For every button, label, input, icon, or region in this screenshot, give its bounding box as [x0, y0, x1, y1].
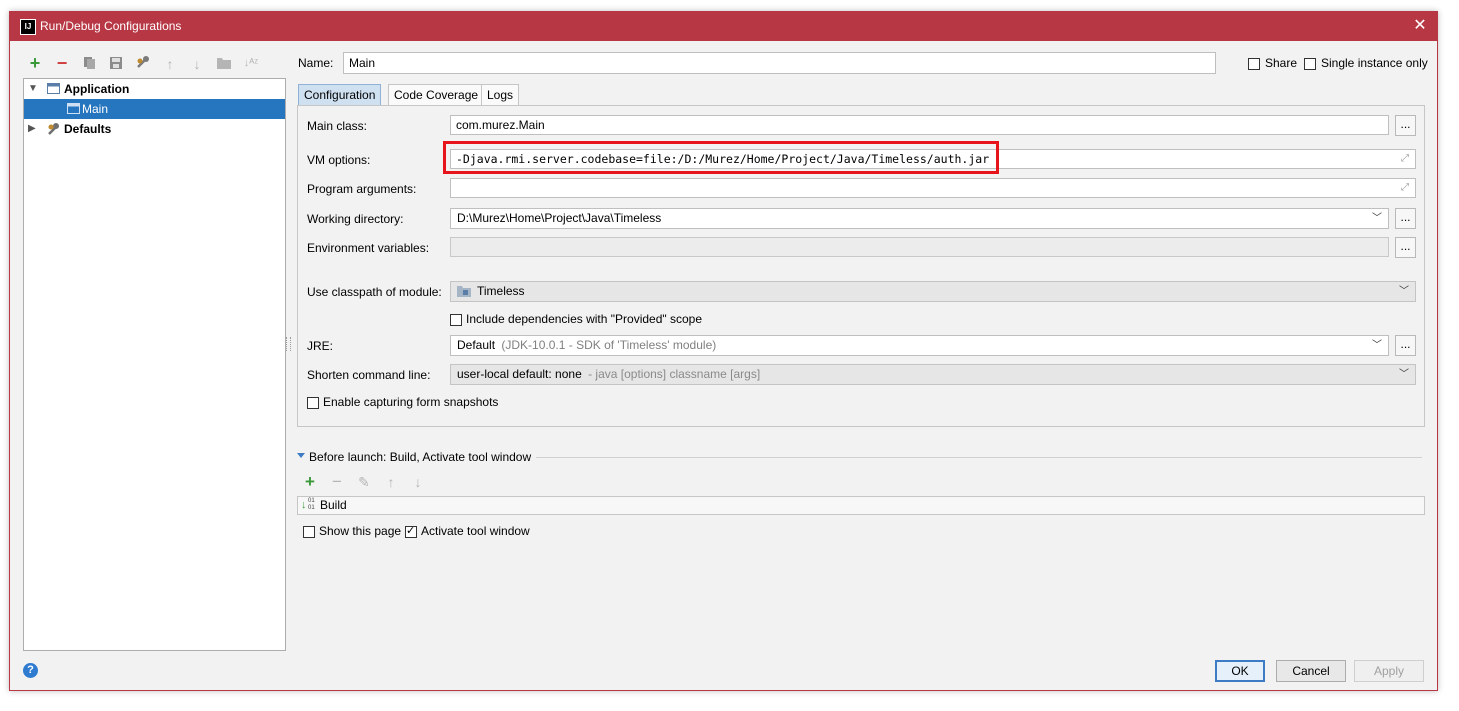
vm-options-highlight [443, 141, 999, 174]
window-title: Run/Debug Configurations [40, 19, 182, 33]
edit-task-icon[interactable]: ✎ [356, 474, 372, 490]
tree-item-label: Main [82, 102, 109, 116]
add-task-icon[interactable]: + [302, 473, 318, 490]
apply-button[interactable]: Apply [1354, 660, 1424, 682]
module-folder-icon [457, 286, 471, 297]
activate-tool-window-label: Activate tool window [421, 524, 530, 538]
edit-environment-variables-button[interactable]: ... [1395, 237, 1416, 258]
run-debug-dialog: IJ Run/Debug Configurations ✕ + − ↑ ↓ ↓ᴬ… [9, 11, 1438, 691]
tree-item-defaults[interactable]: ▶ Defaults [24, 119, 285, 139]
chevron-down-icon[interactable]: ﹀ [1372, 336, 1382, 355]
tab-logs[interactable]: Logs [481, 84, 520, 106]
jre-combo[interactable]: Default (JDK-10.0.1 - SDK of 'Timeless' … [450, 335, 1389, 356]
tree-item-label: Application [64, 82, 130, 96]
include-dependencies-label: Include dependencies with "Provided" sco… [466, 312, 703, 326]
close-icon[interactable]: ✕ [1409, 15, 1431, 37]
add-icon[interactable]: + [27, 54, 43, 72]
build-icon: ↓ [301, 499, 307, 511]
edit-defaults-icon[interactable] [135, 55, 151, 71]
working-directory-value: D:\Murez\Home\Project\Java\Timeless [457, 211, 662, 225]
copy-icon[interactable] [82, 56, 98, 72]
chevron-down-icon[interactable]: ﹀ [1399, 365, 1409, 384]
application-icon [67, 103, 80, 114]
tab-configuration[interactable]: Configuration [298, 84, 382, 106]
tree-item-main[interactable]: Main [24, 99, 285, 119]
intellij-app-icon: IJ [20, 19, 36, 35]
environment-variables-label: Environment variables: [307, 241, 430, 255]
browse-jre-button[interactable]: ... [1395, 335, 1416, 356]
form-snapshots-label: Enable capturing form snapshots [323, 395, 499, 409]
vm-options-label: VM options: [307, 153, 371, 167]
configuration-tree: ▼ Application Main ▶ Defaults [23, 78, 286, 651]
share-checkbox[interactable] [1248, 58, 1260, 70]
help-icon[interactable]: ? [23, 663, 38, 678]
jre-detail: (JDK-10.0.1 - SDK of 'Timeless' module) [501, 338, 717, 352]
folder-icon[interactable] [216, 56, 232, 72]
sort-icon[interactable]: ↓ᴬᶻ [243, 55, 259, 71]
program-arguments-input[interactable] [450, 178, 1416, 198]
save-icon[interactable] [108, 56, 124, 72]
build-binary-icon: 01 01 [308, 498, 315, 511]
tree-item-application[interactable]: ▼ Application [24, 79, 285, 99]
activate-tool-window-checkbox[interactable] [405, 524, 417, 538]
title-bar: IJ Run/Debug Configurations ✕ [10, 12, 1437, 41]
chevron-down-icon[interactable]: ﹀ [1372, 209, 1382, 228]
show-this-page-label: Show this page [319, 524, 402, 538]
jre-label: JRE: [307, 339, 334, 353]
share-label: Share [1265, 56, 1298, 70]
expand-icon[interactable]: ⤢ [1401, 154, 1411, 164]
expand-icon[interactable]: ⤢ [1401, 183, 1411, 193]
shorten-command-line-combo[interactable]: user-local default: none - java [options… [450, 364, 1416, 385]
shorten-command-line-detail: - java [options] classname [args] [588, 367, 761, 381]
browse-main-class-button[interactable]: ... [1395, 115, 1416, 136]
name-input[interactable]: Main [343, 52, 1216, 74]
remove-icon[interactable]: − [54, 54, 70, 72]
list-item-label: Build [320, 498, 347, 512]
single-instance-label: Single instance only [1321, 56, 1428, 70]
working-directory-label: Working directory: [307, 212, 404, 226]
before-launch-separator [536, 457, 1422, 458]
main-class-input[interactable]: com.murez.Main [450, 115, 1389, 135]
before-launch-label: Before launch: Build, Activate tool wind… [309, 450, 532, 464]
show-this-page-checkbox[interactable] [303, 526, 315, 538]
name-label: Name: [298, 56, 334, 70]
chevron-right-icon[interactable]: ▶ [28, 119, 40, 139]
move-down-icon[interactable]: ↓ [189, 56, 205, 72]
tab-code-coverage[interactable]: Code Coverage [388, 84, 485, 106]
before-launch-toggle-icon[interactable] [297, 453, 305, 458]
splitter-handle[interactable] [286, 337, 291, 351]
browse-working-directory-button[interactable]: ... [1395, 208, 1416, 229]
tree-item-label: Defaults [64, 122, 112, 136]
application-icon [47, 83, 60, 94]
single-instance-checkbox[interactable] [1304, 58, 1316, 70]
cancel-button[interactable]: Cancel [1276, 660, 1346, 682]
move-task-down-icon[interactable]: ↓ [410, 474, 426, 490]
working-directory-combo[interactable]: D:\Murez\Home\Project\Java\Timeless ﹀ [450, 208, 1389, 229]
classpath-module-label: Use classpath of module: [307, 285, 442, 299]
shorten-command-line-label: Shorten command line: [307, 368, 431, 382]
chevron-down-icon[interactable]: ▼ [28, 79, 40, 99]
ok-button[interactable]: OK [1215, 660, 1265, 682]
program-arguments-label: Program arguments: [307, 182, 417, 196]
move-task-up-icon[interactable]: ↑ [383, 474, 399, 490]
classpath-module-value: Timeless [477, 284, 525, 298]
before-launch-list: ↓ 01 01 Build [297, 496, 1425, 515]
remove-task-icon[interactable]: − [329, 473, 345, 490]
chevron-down-icon[interactable]: ﹀ [1399, 282, 1409, 301]
move-up-icon[interactable]: ↑ [162, 56, 178, 72]
include-dependencies-checkbox[interactable] [450, 314, 462, 326]
jre-value: Default [457, 338, 496, 352]
environment-variables-input[interactable] [450, 237, 1389, 257]
main-class-label: Main class: [307, 119, 368, 133]
wrench-icon [48, 123, 59, 135]
classpath-module-combo[interactable]: Timeless ﹀ [450, 281, 1416, 302]
form-snapshots-checkbox[interactable] [307, 397, 319, 409]
shorten-command-line-value: user-local default: none [457, 367, 582, 381]
